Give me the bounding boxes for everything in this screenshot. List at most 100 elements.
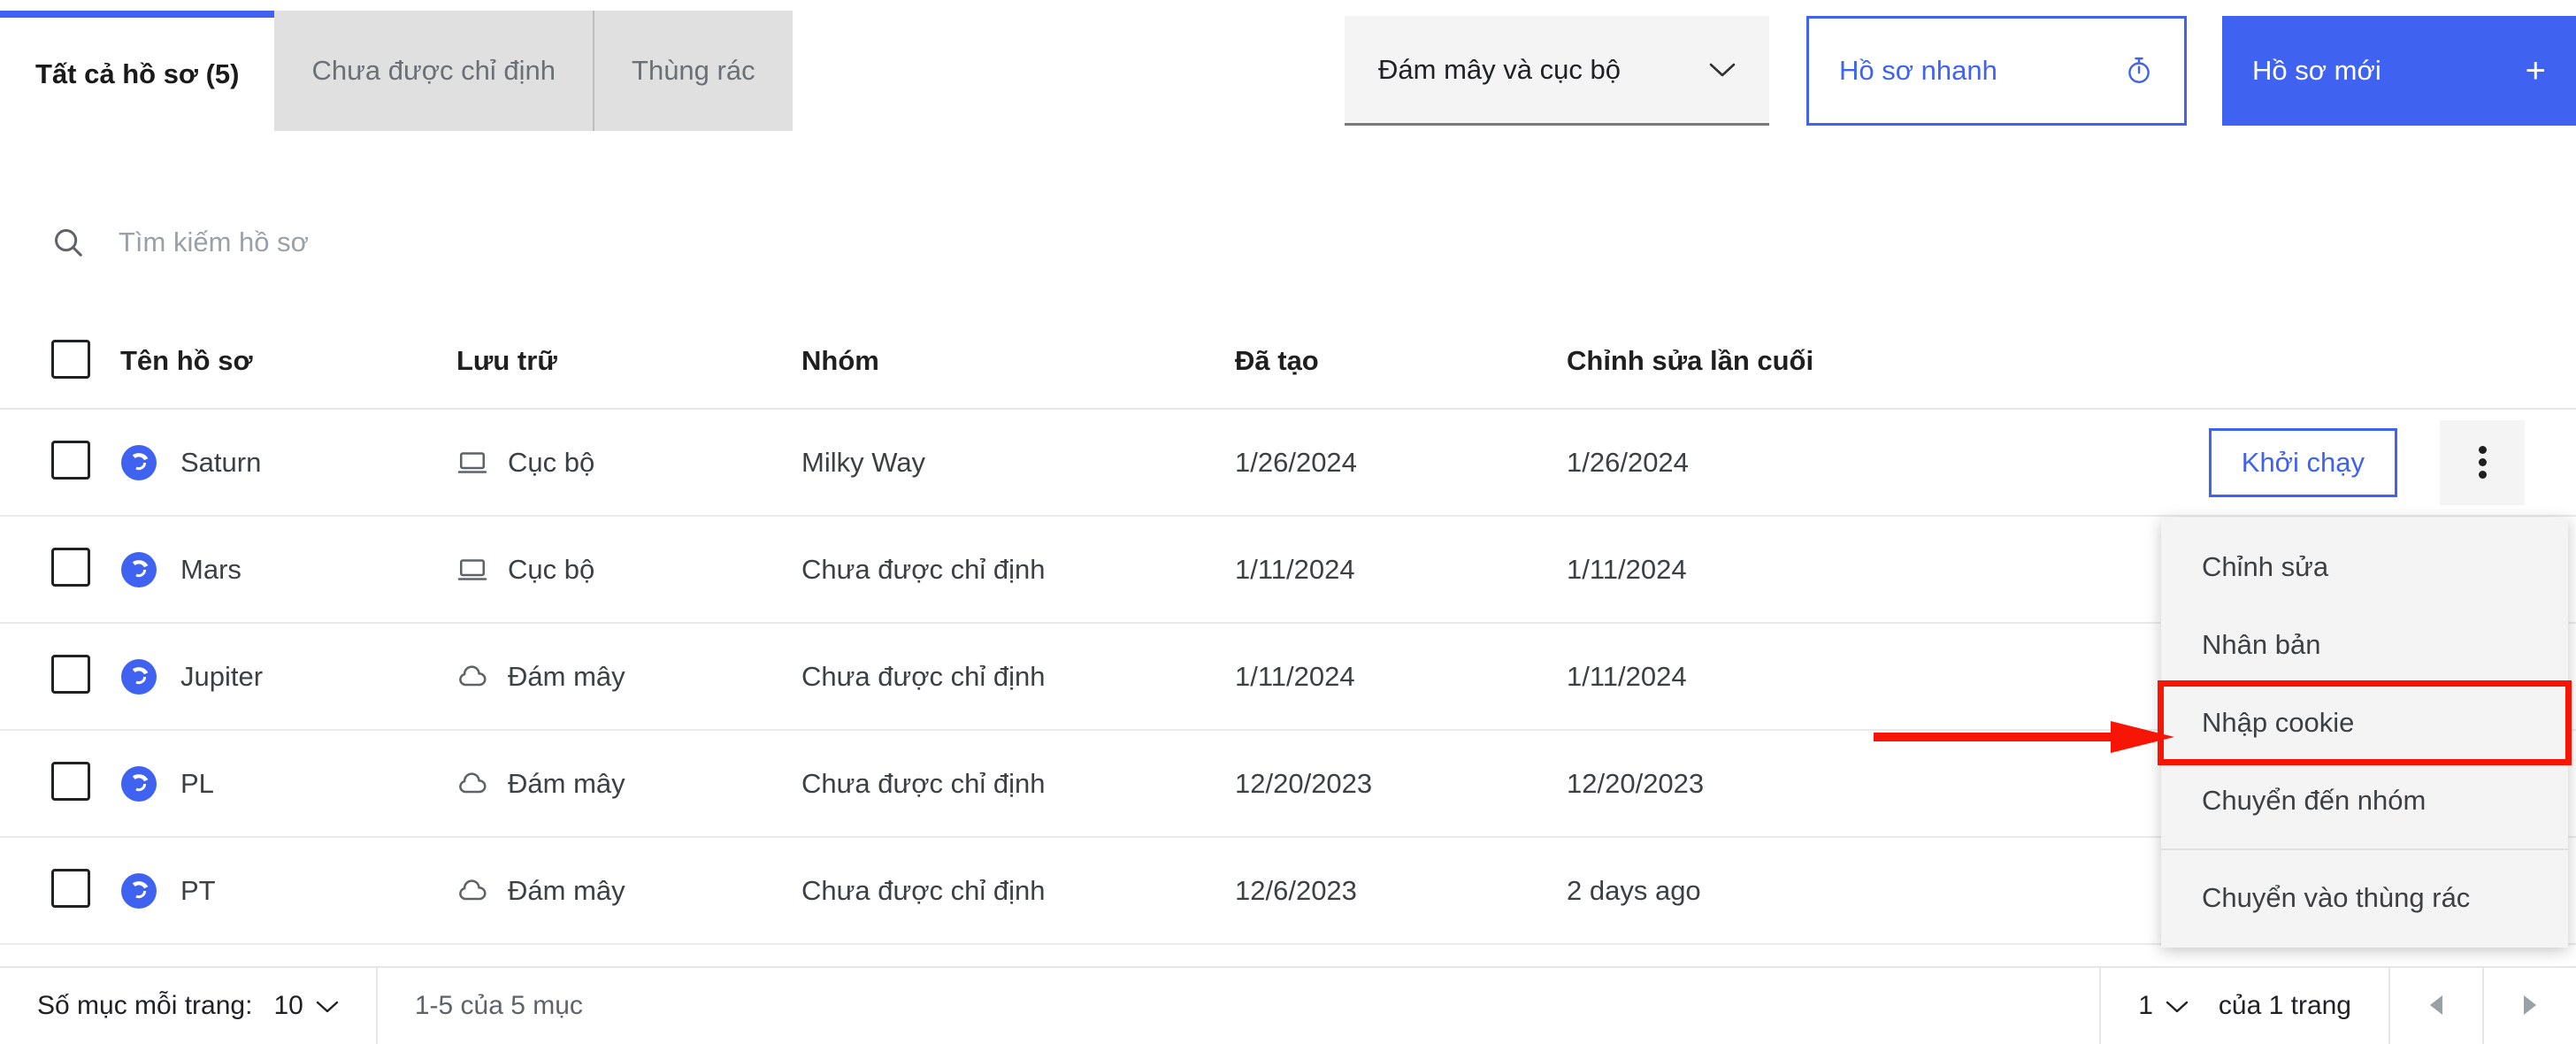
search-bar bbox=[51, 226, 826, 259]
previous-page-button[interactable] bbox=[2390, 967, 2482, 1044]
triangle-right-icon bbox=[2518, 992, 2542, 1021]
header-created: Đã tạo bbox=[1235, 345, 1319, 376]
quick-profile-label: Hồ sơ nhanh bbox=[1839, 55, 1997, 86]
row-more-menu-button[interactable] bbox=[2440, 419, 2525, 505]
row-name-label: Saturn bbox=[180, 446, 262, 478]
per-page-value: 10 bbox=[273, 991, 303, 1020]
quick-profile-button[interactable]: Hồ sơ nhanh bbox=[1806, 16, 2187, 126]
row-modified-label: 1/11/2024 bbox=[1567, 553, 1687, 585]
header-modified: Chỉnh sửa lần cuối bbox=[1567, 345, 1814, 376]
header-name: Tên hồ sơ bbox=[120, 345, 253, 376]
browser-profile-icon bbox=[120, 765, 157, 802]
new-profile-label: Hồ sơ mới bbox=[2252, 55, 2381, 86]
browser-profile-icon bbox=[120, 551, 157, 588]
context-menu-item-import-cookie[interactable]: Nhập cookie bbox=[2158, 680, 2572, 765]
annotation-arrow-icon bbox=[1874, 718, 2174, 756]
row-created-label: 12/6/2023 bbox=[1235, 874, 1357, 906]
per-page-segment: Số mục mỗi trang: 10 bbox=[0, 967, 376, 1044]
row-storage-label: Đám mây bbox=[508, 874, 625, 906]
stopwatch-icon bbox=[2124, 56, 2154, 86]
profile-manager-page: Tất cả hồ sơ (5) Chưa được chỉ định Thùn… bbox=[0, 0, 2576, 1044]
page-segment: 1 của 1 trang bbox=[2101, 967, 2388, 1044]
page-value: 1 bbox=[2138, 991, 2153, 1020]
tab-trash[interactable]: Thùng rác bbox=[594, 11, 793, 131]
row-checkbox[interactable] bbox=[51, 869, 90, 908]
row-name-label: Jupiter bbox=[180, 660, 264, 692]
tab-unassigned-label: Chưa được chỉ định bbox=[311, 55, 556, 86]
page-select[interactable]: 1 bbox=[2138, 991, 2189, 1021]
row-group-label: Milky Way bbox=[801, 446, 926, 478]
row-created-label: 1/11/2024 bbox=[1235, 553, 1355, 585]
row-created-label: 12/20/2023 bbox=[1235, 767, 1373, 799]
row-checkbox[interactable] bbox=[51, 441, 90, 480]
cloud-icon bbox=[456, 661, 488, 693]
tab-unassigned[interactable]: Chưa được chỉ định bbox=[274, 11, 595, 131]
row-storage-label: Đám mây bbox=[508, 767, 625, 799]
row-context-menu: Chỉnh sửa Nhân bản Nhập cookie Chuyển đế… bbox=[2158, 518, 2572, 948]
triangle-left-icon bbox=[2425, 992, 2448, 1021]
browser-profile-icon bbox=[120, 658, 157, 695]
new-profile-button[interactable]: Hồ sơ mới + bbox=[2222, 16, 2576, 126]
item-range-label: 1-5 của 5 mục bbox=[414, 991, 583, 1020]
row-storage-cell: Cục bộ bbox=[456, 447, 801, 479]
select-all-checkbox[interactable] bbox=[51, 339, 90, 379]
cloud-icon bbox=[456, 768, 488, 800]
row-modified-label: 12/20/2023 bbox=[1567, 767, 1705, 799]
page-total-label: của 1 trang bbox=[2218, 991, 2351, 1020]
chevron-down-icon bbox=[2166, 991, 2189, 1021]
per-page-label: Số mục mỗi trang: bbox=[37, 991, 253, 1020]
row-storage-label: Cục bộ bbox=[508, 553, 595, 585]
row-name-cell: Jupiter bbox=[120, 658, 456, 695]
tab-trash-label: Thùng rác bbox=[632, 55, 755, 86]
row-name-cell: PL bbox=[120, 765, 456, 802]
row-storage-label: Cục bộ bbox=[508, 446, 595, 478]
monitor-icon bbox=[456, 447, 488, 479]
next-page-button[interactable] bbox=[2484, 967, 2576, 1044]
monitor-icon bbox=[456, 554, 488, 586]
context-menu-item-duplicate[interactable]: Nhân bản bbox=[2161, 606, 2568, 684]
plus-icon: + bbox=[2525, 51, 2546, 90]
table-header-row: Tên hồ sơ Lưu trữ Nhóm Đã tạo Chỉnh sửa … bbox=[0, 314, 2576, 410]
row-group-label: Chưa được chỉ định bbox=[801, 767, 1046, 799]
row-modified-label: 1/26/2024 bbox=[1567, 446, 1689, 478]
row-name-cell: Saturn bbox=[120, 444, 456, 481]
search-input[interactable] bbox=[119, 226, 826, 258]
storage-filter-select[interactable]: Đám mây và cục bộ bbox=[1345, 16, 1769, 126]
row-select-cell bbox=[51, 548, 120, 591]
pagination-bar: Số mục mỗi trang: 10 1-5 của 5 mục 1 của… bbox=[0, 966, 2576, 1044]
row-name-cell: Mars bbox=[120, 551, 456, 588]
row-name-label: PT bbox=[180, 874, 216, 906]
row-group-label: Chưa được chỉ định bbox=[801, 553, 1046, 585]
row-modified-label: 2 days ago bbox=[1567, 874, 1701, 906]
tab-all-profiles[interactable]: Tất cả hồ sơ (5) bbox=[0, 11, 275, 131]
row-storage-cell: Đám mây bbox=[456, 661, 801, 693]
table-row[interactable]: Saturn Cục bộ Milky Way 1/26/2024 1/26/2… bbox=[0, 410, 2576, 517]
tab-bar: Tất cả hồ sơ (5) Chưa được chỉ định Thùn… bbox=[0, 11, 793, 131]
row-select-cell bbox=[51, 762, 120, 805]
row-name-label: Mars bbox=[180, 553, 242, 585]
launch-button[interactable]: Khởi chạy bbox=[2208, 427, 2397, 497]
row-created-label: 1/11/2024 bbox=[1235, 660, 1355, 692]
row-select-cell bbox=[51, 869, 120, 912]
row-select-cell bbox=[51, 655, 120, 698]
context-menu-item-move-to-trash[interactable]: Chuyển vào thùng rác bbox=[2161, 859, 2568, 937]
toolbar-actions: Đám mây và cục bộ Hồ sơ nhanh Hồ sơ mới … bbox=[1345, 11, 2576, 131]
row-name-cell: PT bbox=[120, 872, 456, 910]
header-group: Nhóm bbox=[801, 345, 879, 376]
search-icon bbox=[51, 226, 85, 259]
context-menu-item-edit[interactable]: Chỉnh sửa bbox=[2161, 528, 2568, 606]
row-checkbox[interactable] bbox=[51, 548, 90, 587]
row-modified-label: 1/11/2024 bbox=[1567, 660, 1687, 692]
row-group-label: Chưa được chỉ định bbox=[801, 874, 1046, 906]
chevron-down-icon bbox=[316, 991, 339, 1021]
row-checkbox[interactable] bbox=[51, 762, 90, 801]
row-checkbox[interactable] bbox=[51, 655, 90, 694]
per-page-select[interactable]: 10 bbox=[273, 991, 339, 1021]
storage-filter-value: Đám mây và cục bộ bbox=[1378, 53, 1621, 85]
select-all-cell bbox=[51, 339, 120, 383]
row-storage-label: Đám mây bbox=[508, 660, 625, 692]
context-menu-item-move-to-group[interactable]: Chuyển đến nhóm bbox=[2161, 762, 2568, 840]
context-menu-separator bbox=[2161, 848, 2568, 850]
row-select-cell bbox=[51, 441, 120, 484]
header-storage: Lưu trữ bbox=[456, 345, 557, 376]
